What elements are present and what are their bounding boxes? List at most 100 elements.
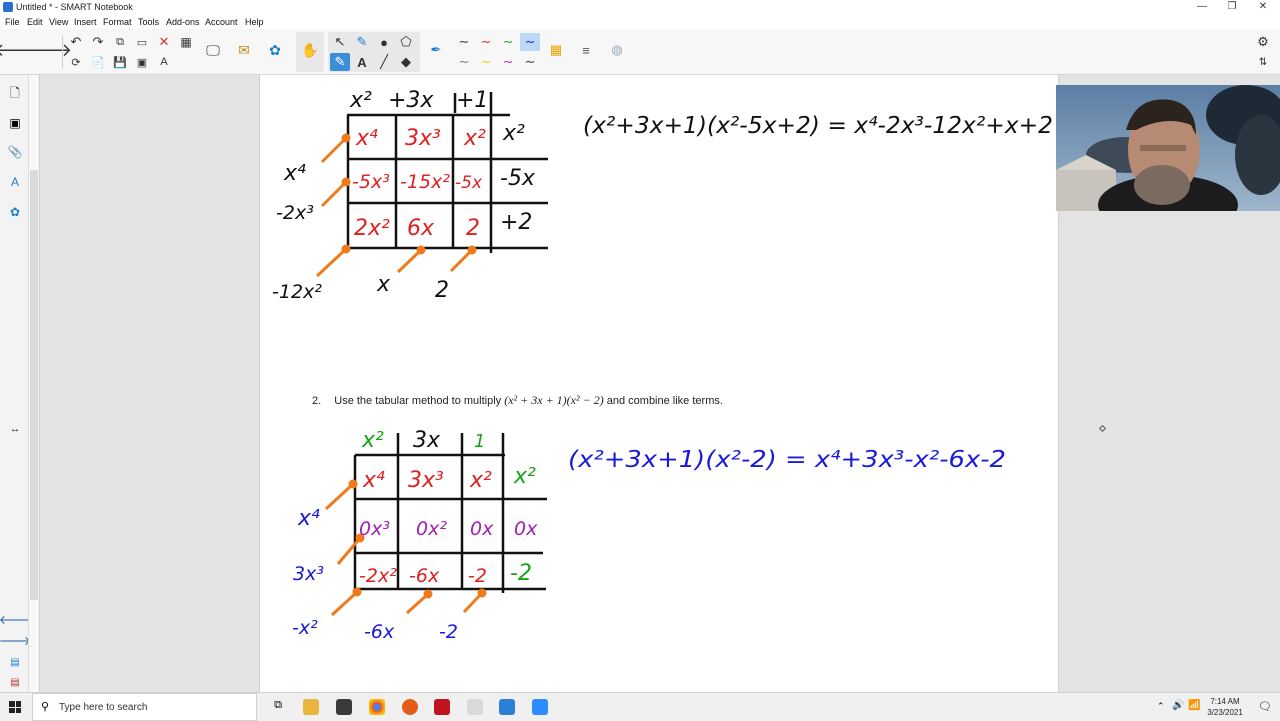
notebook-taskbar-icon[interactable] (499, 699, 515, 715)
windows-start-icon[interactable] (9, 701, 21, 713)
pen-style-icon[interactable]: ✒ (426, 41, 446, 59)
grid2-right-0: x² (513, 464, 536, 489)
minimize-button[interactable]: — (1187, 1, 1217, 12)
spell-check-icon[interactable]: A (154, 53, 174, 71)
text-icon[interactable]: A (352, 53, 372, 71)
attachments-icon[interactable]: 📎 (6, 143, 24, 161)
grid2-right-2: -2 (510, 561, 532, 586)
toolbar-position-icon[interactable]: ⇅ (1253, 53, 1273, 71)
table-icon[interactable]: ▦ (176, 33, 196, 51)
grid2-cell-1-2: 0x (470, 518, 494, 540)
acrobat-icon[interactable] (434, 699, 450, 715)
fill-icon[interactable]: ● (374, 33, 394, 51)
undo-icon[interactable]: ↶ (66, 33, 86, 51)
gallery-icon[interactable]: ▣ (6, 114, 24, 132)
pen-color-yellow-icon[interactable]: ∼ (476, 53, 496, 71)
magic-pen-icon[interactable]: ✎ (352, 33, 372, 51)
grid1-right-2: +2 (500, 210, 532, 235)
task-view-icon[interactable]: ⧉ (270, 699, 286, 715)
taskbar-clock[interactable]: 7:14 AM 3/23/2021 (1200, 696, 1250, 718)
grid1-top-2: +1 (456, 88, 488, 113)
pen-color-magenta-icon[interactable]: ∼ (498, 53, 518, 71)
grid1-right-0: x² (502, 121, 525, 146)
menu-account[interactable]: Account (205, 17, 238, 27)
ink-canvas: x² +3x +1 x² -5x +2 x⁴ 3x³ x² -5x³ -15x²… (272, 88, 1053, 643)
grid1-top-0: x² (349, 88, 372, 113)
volume-icon[interactable]: 🔊 (1172, 700, 1184, 711)
tray-chevron-icon[interactable]: ⌃ (1157, 701, 1165, 712)
hand-icon[interactable]: ✋ (300, 41, 320, 59)
clock-date: 3/23/2021 (1207, 708, 1243, 717)
pen-color-green-icon[interactable]: ∼ (498, 33, 518, 51)
page-sorter-icon[interactable]: 🗋 (6, 85, 24, 103)
network-icon[interactable]: 📶 (1188, 700, 1200, 711)
page-up-icon[interactable]: ▤ (6, 653, 24, 671)
grid2-cell-2-2: -2 (468, 565, 487, 587)
forward-arrow-icon[interactable]: 🡒 (24, 40, 72, 60)
menu-format[interactable]: Format (103, 17, 132, 27)
properties-icon[interactable]: A (6, 173, 24, 191)
grid2-cell-0-1: 3x³ (408, 468, 444, 493)
shapes-icon[interactable]: ⬠ (396, 33, 416, 51)
add-page-icon[interactable]: ⧉ (110, 33, 130, 51)
toolbar: 🡐 🡒 ↶ ↷ ⧉ ▭ ✕ ▦ ⟳ 📄 💾 ▣ A 🖵 ✉ ✿ ✋ ↖ ✎ ● … (0, 29, 1280, 75)
grid1-cell-1-2: -5x (455, 173, 483, 193)
app-icon[interactable] (336, 699, 352, 715)
taskbar-search[interactable]: ⚲ Type here to search (32, 693, 257, 721)
open-file-icon[interactable]: 📄 (88, 53, 108, 71)
display-icon[interactable]: ▣ (132, 53, 152, 71)
app-icon-2[interactable] (467, 699, 483, 715)
menu-file[interactable]: File (5, 17, 20, 27)
grid2-diag-0: x⁴ (297, 506, 320, 531)
firefox-icon[interactable] (402, 699, 418, 715)
notifications-icon[interactable]: 🗨 (1258, 700, 1272, 713)
notebook-page[interactable]: x² +3x +1 x² -5x +2 x⁴ 3x³ x² -5x³ -15x²… (259, 75, 1059, 692)
vertical-scrollbar[interactable] (28, 75, 38, 692)
grid2-cell-0-2: x² (469, 468, 492, 493)
page-delete-icon[interactable]: ▤ (6, 673, 24, 691)
menu-help[interactable]: Help (245, 17, 264, 27)
grid2-cell-2-0: -2x² (359, 565, 397, 587)
close-button[interactable]: ✕ (1248, 1, 1278, 12)
menu-insert[interactable]: Insert (74, 17, 97, 27)
pen-fill-icon[interactable]: ▦ (546, 41, 566, 59)
file-explorer-icon[interactable] (303, 699, 319, 715)
save-icon[interactable]: 💾 (110, 53, 130, 71)
menu-view[interactable]: View (49, 17, 68, 27)
delete-icon[interactable]: ✕ (154, 33, 174, 51)
move-left-icon[interactable]: 🡐 (0, 610, 31, 628)
screen-shade-icon[interactable]: ▭ (132, 33, 152, 51)
menu-tools[interactable]: Tools (138, 17, 159, 27)
pen-color-red-icon[interactable]: ∼ (476, 33, 496, 51)
refresh-icon[interactable]: ⟳ (66, 53, 86, 71)
pen-color-dark-icon[interactable]: ∼ (520, 53, 540, 71)
grid2-top-1: 3x (413, 428, 441, 453)
pen-color-black-icon[interactable]: ∼ (454, 33, 474, 51)
pen-color-gray-icon[interactable]: ∼ (454, 53, 474, 71)
search-placeholder: Type here to search (59, 702, 148, 713)
activity-builder-icon[interactable]: ✉ (234, 41, 254, 59)
pen-icon[interactable]: ✎ (330, 53, 350, 71)
maximize-button[interactable]: ❐ (1217, 1, 1247, 12)
grid1-diag-2: -12x² (272, 281, 322, 303)
pen-color-blue-icon[interactable]: ∼ (520, 33, 540, 51)
line-icon[interactable]: ╱ (374, 53, 394, 71)
chrome-icon[interactable] (369, 699, 385, 715)
transparency-icon[interactable]: ◍ (607, 41, 627, 59)
scrollbar-thumb[interactable] (30, 170, 38, 600)
grid2-diag-2: -x² (292, 617, 318, 639)
menu-addons[interactable]: Add-ons (166, 17, 200, 27)
grid2-top-2: 1 (474, 431, 485, 452)
lab-tools-icon[interactable]: ✿ (265, 41, 285, 59)
resize-panel-icon[interactable]: ↔ (6, 420, 24, 438)
move-right-icon[interactable]: 🡒 (0, 631, 31, 649)
select-arrow-icon[interactable]: ↖ (330, 33, 350, 51)
redo-icon[interactable]: ↷ (88, 33, 108, 51)
zoom-icon[interactable] (532, 699, 548, 715)
gear-icon[interactable]: ⚙ (1253, 33, 1273, 51)
screen-capture-icon[interactable]: 🖵 (203, 41, 223, 59)
menu-edit[interactable]: Edit (27, 17, 43, 27)
line-style-icon[interactable]: ≡ (576, 41, 596, 59)
eraser-icon[interactable]: ◆ (396, 53, 416, 71)
add-ons-icon[interactable]: ✿ (6, 203, 24, 221)
